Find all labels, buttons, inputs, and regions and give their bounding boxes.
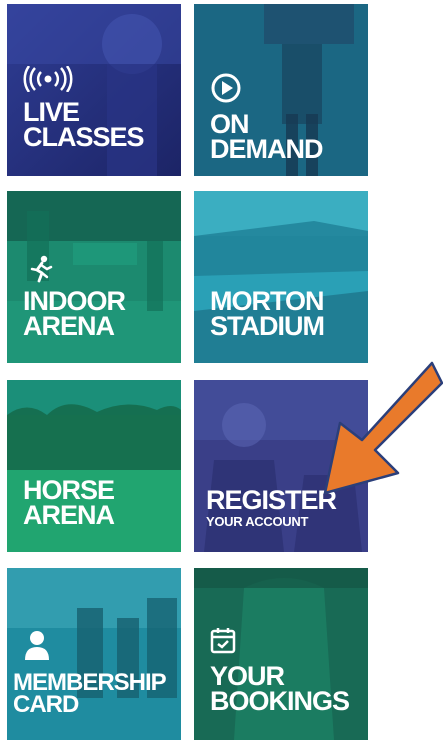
tile-label: MEMBERSHIP CARD (13, 670, 173, 719)
calendar-check-icon (210, 626, 236, 654)
tile-label-line2: DEMAND (210, 133, 324, 164)
tile-label: ON DEMAND (210, 111, 360, 164)
tile-label-line2: CLASSES (23, 121, 145, 152)
tile-morton-stadium[interactable]: MORTON STADIUM (194, 191, 368, 363)
runner-icon (29, 255, 53, 283)
tile-label: HORSE ARENA (23, 477, 173, 530)
tile-label: MORTON STADIUM (210, 288, 360, 341)
tile-register-account[interactable]: REGISTER YOUR ACCOUNT (194, 380, 368, 552)
tile-live-classes[interactable]: LIVE CLASSES (7, 4, 181, 176)
tile-label-line2: BOOKINGS (210, 685, 350, 716)
tile-your-bookings[interactable]: YOUR BOOKINGS (194, 568, 368, 740)
tile-label: LIVE CLASSES (23, 99, 173, 152)
tile-label: REGISTER YOUR ACCOUNT (206, 485, 360, 529)
tile-label-line2: ARENA (23, 310, 115, 341)
tile-indoor-arena[interactable]: INDOOR ARENA (7, 191, 181, 363)
tile-membership-card[interactable]: MEMBERSHIP CARD (7, 568, 181, 740)
tile-label-line2: STADIUM (210, 310, 325, 341)
tile-label-sub: YOUR ACCOUNT (206, 513, 309, 529)
tile-label: INDOOR ARENA (23, 288, 173, 341)
tile-horse-arena[interactable]: HORSE ARENA (7, 380, 181, 552)
tile-label-line2: ARENA (23, 499, 115, 530)
tile-label-line2: CARD (13, 691, 79, 719)
tile-on-demand[interactable]: ON DEMAND (194, 4, 368, 176)
person-icon (23, 630, 51, 660)
tile-label-line1: REGISTER (206, 485, 337, 515)
play-circle-icon (210, 72, 242, 104)
tile-label: YOUR BOOKINGS (210, 663, 360, 716)
broadcast-icon (23, 66, 73, 92)
